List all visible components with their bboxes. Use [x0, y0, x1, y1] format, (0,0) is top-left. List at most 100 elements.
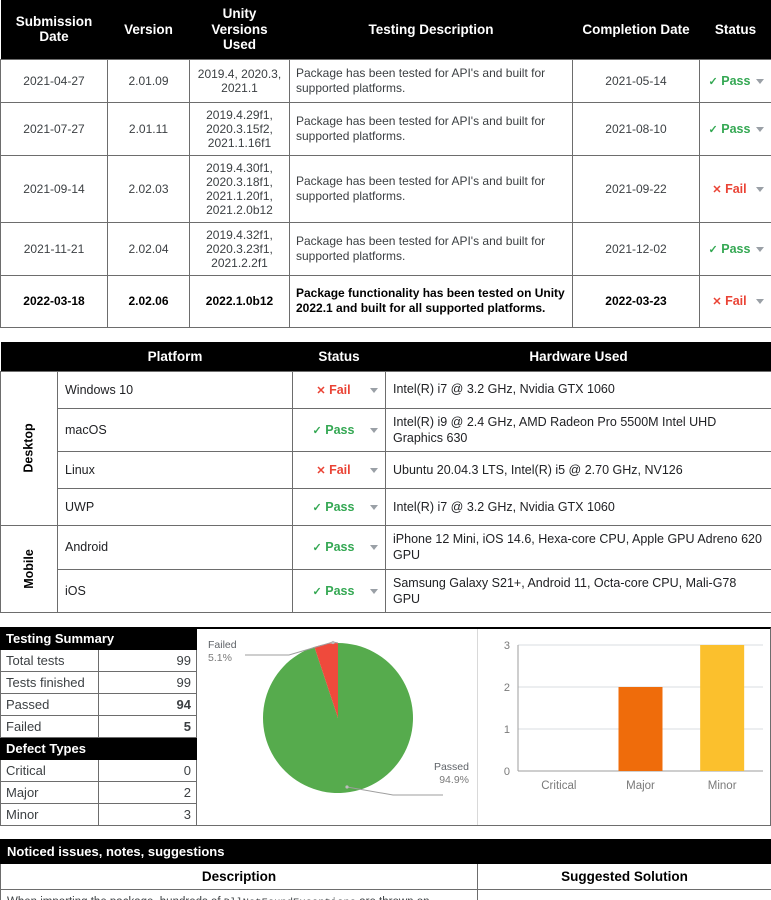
- status-badge[interactable]: ✕ Fail: [292, 370, 386, 409]
- pie-callout-dot-failed: [331, 640, 335, 645]
- status-badge[interactable]: ✓ Pass: [699, 58, 771, 103]
- status-label: ✓ Pass: [708, 73, 751, 88]
- status-badge[interactable]: ✕ Fail: [699, 274, 771, 328]
- cell-completion-date: 2021-08-10: [572, 101, 700, 156]
- col-suggested-solution: Suggested Solution: [476, 863, 771, 891]
- cell-hardware: Intel(R) i7 @ 3.2 GHz, Nvidia GTX 1060: [385, 488, 771, 527]
- cell-submission-date: 2022-03-18: [0, 274, 108, 328]
- svg-text:1: 1: [504, 724, 510, 736]
- defect-value-critical: 0: [98, 759, 197, 783]
- platforms-table: Platform Status Hardware Used Desktop Wi…: [0, 341, 771, 614]
- cell-platform: Linux: [57, 451, 293, 490]
- caret-down-icon[interactable]: [756, 126, 764, 132]
- cell-version: 2.02.04: [107, 221, 190, 276]
- cell-platform: macOS: [57, 407, 293, 453]
- col-version: Version: [107, 0, 190, 60]
- status-badge[interactable]: ✓ Pass: [699, 101, 771, 156]
- bar-chart-svg: 0 1 2 3 Critical Major Minor: [504, 640, 763, 792]
- col-testing-description: Testing Description: [289, 0, 573, 60]
- svg-text:0: 0: [504, 766, 510, 778]
- col-completion-date: Completion Date: [572, 0, 700, 60]
- caret-down-icon[interactable]: [756, 246, 764, 252]
- notes-header-row: Description Suggested Solution: [0, 863, 771, 891]
- pass-fail-pie-chart: Failed 5.1% Passed 94.9%: [197, 629, 478, 826]
- section-gap: [0, 613, 771, 628]
- defect-value-minor: 3: [98, 803, 197, 827]
- cell-platform: Android: [57, 525, 293, 570]
- status-label: ✓ Pass: [312, 540, 355, 555]
- cell-completion-date: 2021-09-22: [572, 154, 700, 223]
- status-badge[interactable]: ✓ Pass: [292, 525, 386, 570]
- pie-label-failed: Failed 5.1%: [208, 639, 237, 665]
- status-badge[interactable]: ✕ Fail: [292, 451, 386, 490]
- table-row: 2021-04-27 2.01.09 2019.4, 2020.3, 2021.…: [0, 58, 771, 103]
- notes-title: Noticed issues, notes, suggestions: [0, 839, 771, 865]
- svg-text:Minor: Minor: [708, 780, 737, 792]
- list-item: Passed 94: [0, 693, 197, 717]
- note-text-pre: When importing the package, hundreds of: [7, 896, 224, 900]
- status-label: ✕ Fail: [316, 463, 351, 478]
- cell-description: Package has been tested for API's and bu…: [289, 221, 573, 276]
- section-gap: [0, 327, 771, 342]
- table-row: 2021-09-14 2.02.03 2019.4.30f1, 2020.3.1…: [0, 154, 771, 223]
- table-row: Desktop Windows 10 ✕ Fail Intel(R) i7 @ …: [0, 370, 771, 527]
- col-description: Description: [0, 863, 478, 891]
- cell-completion-date: 2022-03-23: [572, 274, 700, 328]
- cell-submission-date: 2021-04-27: [0, 58, 108, 103]
- check-icon: ✓: [312, 542, 322, 555]
- cell-suggested-solution[interactable]: [476, 889, 771, 900]
- caret-down-icon[interactable]: [370, 545, 378, 551]
- caret-down-icon[interactable]: [370, 427, 378, 433]
- caret-down-icon[interactable]: [756, 78, 764, 84]
- testing-summary-panel: Testing Summary Total tests 99 Tests fin…: [0, 627, 197, 827]
- list-item: Minor 3: [0, 803, 197, 827]
- defect-types-bar-chart: 0 1 2 3 Critical Major Minor: [478, 629, 770, 826]
- summary-title-row: Testing Summary: [0, 627, 197, 651]
- status-badge[interactable]: ✓ Pass: [699, 221, 771, 276]
- charts-area: Failed 5.1% Passed 94.9% 0 1 2 3 Critical Maj…: [197, 627, 771, 827]
- caret-down-icon[interactable]: [370, 468, 378, 474]
- status-badge[interactable]: ✓ Pass: [292, 568, 386, 614]
- status-badge[interactable]: ✓ Pass: [292, 407, 386, 453]
- defect-value-major: 2: [98, 781, 197, 805]
- list-item: Failed 5: [0, 715, 197, 739]
- cell-description: Package has been tested for API's and bu…: [289, 58, 573, 103]
- caret-down-icon[interactable]: [370, 387, 378, 393]
- cell-platform: UWP: [57, 488, 293, 527]
- defect-types-title-row: Defect Types: [0, 737, 197, 761]
- col-status: Status: [699, 0, 771, 60]
- cell-description: Package has been tested for API's and bu…: [289, 154, 573, 223]
- cell-hardware: Intel(R) i7 @ 3.2 GHz, Nvidia GTX 1060: [385, 370, 771, 409]
- pie-label-passed: Passed 94.9%: [434, 761, 469, 787]
- status-badge[interactable]: ✓ Pass: [292, 488, 386, 527]
- status-label: ✓ Pass: [312, 500, 355, 515]
- defect-types-title: Defect Types: [0, 737, 197, 761]
- caret-down-icon[interactable]: [370, 505, 378, 511]
- cell-unity-versions: 2019.4.29f1, 2020.3.15f2, 2021.1.16f1: [189, 101, 290, 156]
- notes-table: Noticed issues, notes, suggestions Descr…: [0, 839, 771, 900]
- defect-label-major: Major: [0, 781, 99, 805]
- caret-down-icon[interactable]: [756, 186, 764, 192]
- svg-text:3: 3: [504, 640, 510, 652]
- status-badge[interactable]: ✕ Fail: [699, 154, 771, 223]
- table-row: When importing the package, hundreds of …: [0, 889, 771, 900]
- section-gap: [0, 826, 771, 840]
- col-submission-date: Submission Date: [0, 0, 108, 60]
- cross-icon: ✕: [712, 296, 722, 309]
- platforms-header-row: Platform Status Hardware Used: [0, 341, 771, 372]
- cell-hardware: iPhone 12 Mini, iOS 14.6, Hexa-core CPU,…: [385, 525, 771, 570]
- summary-label-total-tests: Total tests: [0, 649, 99, 673]
- svg-text:Major: Major: [626, 780, 655, 792]
- col-group: [0, 341, 58, 372]
- submissions-table: Submission Date Version Unity Versions U…: [0, 0, 771, 328]
- cell-submission-date: 2021-07-27: [0, 101, 108, 156]
- cell-hardware: Ubuntu 20.04.3 LTS, Intel(R) i5 @ 2.70 G…: [385, 451, 771, 490]
- group-label-mobile: Mobile: [0, 525, 58, 614]
- caret-down-icon[interactable]: [756, 299, 764, 305]
- cell-hardware: Samsung Galaxy S21+, Android 11, Octa-co…: [385, 568, 771, 614]
- cell-completion-date: 2021-12-02: [572, 221, 700, 276]
- cell-completion-date: 2021-05-14: [572, 58, 700, 103]
- notes-title-row: Noticed issues, notes, suggestions: [0, 839, 771, 865]
- table-row: Mobile Android ✓ Pass iPhone 12 Mini, iO…: [0, 525, 771, 614]
- caret-down-icon[interactable]: [370, 588, 378, 594]
